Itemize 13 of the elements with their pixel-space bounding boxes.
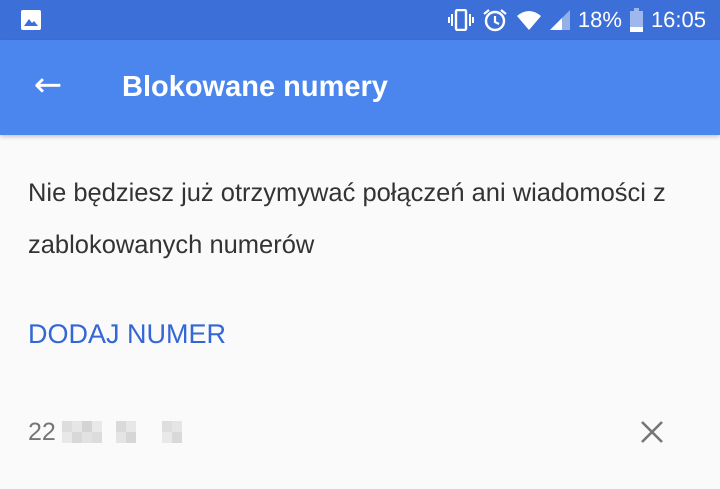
add-number-button[interactable]: DODAJ NUMER bbox=[28, 319, 226, 350]
wifi-icon bbox=[516, 9, 542, 31]
signal-icon bbox=[550, 10, 570, 30]
phone-number: 22 bbox=[28, 418, 56, 446]
screen-title: Blokowane numery bbox=[122, 71, 388, 104]
back-button[interactable]: ← bbox=[0, 68, 96, 108]
vibrate-icon bbox=[448, 9, 474, 31]
alarm-icon bbox=[482, 8, 508, 32]
description-text: Nie będziesz już otrzymywać połączeń ani wiadomości z zablokowanych numerów bbox=[28, 178, 667, 261]
image-icon bbox=[20, 9, 42, 31]
clock-time: 16:05 bbox=[650, 7, 706, 33]
battery-icon bbox=[630, 8, 643, 32]
battery-percent: 18% bbox=[578, 7, 622, 33]
